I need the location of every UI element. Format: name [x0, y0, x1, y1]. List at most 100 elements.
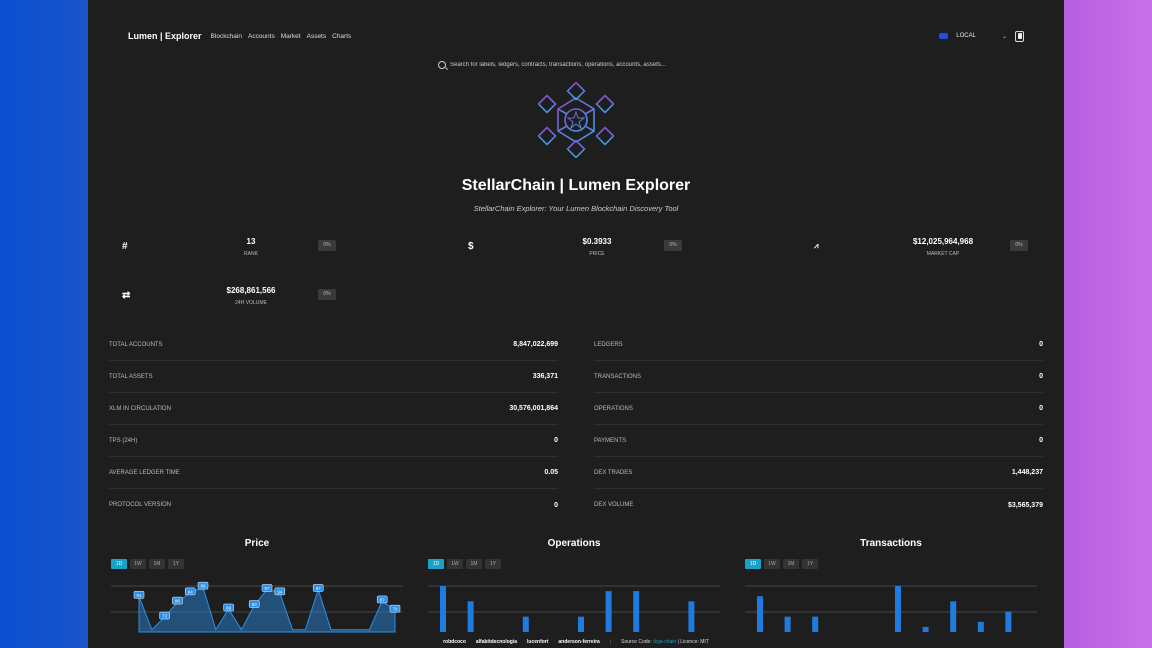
metric-label: PROTOCOL VERSION: [109, 502, 172, 508]
stat-market-cap: ⩘ $12,025,964,968 MARKET CAP 0%: [800, 235, 1040, 265]
theme-toggle-icon[interactable]: [1015, 30, 1024, 42]
range-1y-button[interactable]: 1Y: [168, 559, 184, 569]
search-bar: [438, 61, 710, 69]
metric-label: PAYMENTS: [594, 437, 627, 444]
metric-row: LEDGERS 0: [594, 329, 1043, 361]
stat-change-badge: 0%: [318, 240, 336, 251]
stat-change-badge: 0%: [664, 240, 682, 251]
left-backdrop: [0, 0, 88, 648]
source-code-link[interactable]: doja-chain: [653, 639, 676, 645]
range-1w-button[interactable]: 1W: [764, 559, 780, 569]
stat-value: $12,025,964,968: [912, 237, 974, 246]
metric-label: TRANSACTIONS: [594, 373, 642, 380]
range-1y-button[interactable]: 1Y: [485, 559, 501, 569]
chart-title: Price: [244, 538, 270, 549]
metric-row: XLM IN CIRCULATION 30,576,001,864: [109, 393, 558, 425]
footer-divider: |: [609, 639, 612, 645]
footer-source: Source Code: doja-chain | Licence: MIT: [621, 639, 709, 645]
nav-right: LOCAL ⌄: [939, 30, 1024, 42]
stellarchain-logo-icon: [538, 82, 614, 158]
data-label: 99: [200, 584, 206, 589]
range-1m-button[interactable]: 1M: [149, 559, 165, 569]
footer: robdcoco alfabitdecnologia lucenfort and…: [88, 639, 1064, 645]
operations-chart-plot: [428, 585, 720, 632]
metric-value: 0: [1039, 437, 1043, 444]
range-1d-button[interactable]: 1D: [428, 559, 444, 569]
metric-label: TOTAL ACCOUNTS: [109, 341, 163, 348]
bar: [895, 586, 901, 632]
metric-label: XLM IN CIRCULATION: [109, 405, 171, 412]
nav-link-accounts[interactable]: Accounts: [248, 33, 275, 40]
metric-value: 1,448,237: [1011, 469, 1043, 476]
chart-title: Operations: [547, 538, 601, 549]
data-label: 80: [226, 606, 232, 611]
range-1y-button[interactable]: 1Y: [802, 559, 818, 569]
brand-logo-text[interactable]: Lumen | Explorer: [128, 31, 202, 41]
range-selector: 1D 1W 1M 1Y: [111, 559, 405, 569]
metric-label: OPERATIONS: [594, 405, 633, 412]
bar: [784, 616, 791, 632]
metrics-left: TOTAL ACCOUNTS 8,847,022,699 TOTAL ASSETS…: [109, 329, 558, 521]
metric-value: 0.05: [544, 469, 558, 476]
transactions-chart: Transactions 1D 1W 1M 1Y: [743, 538, 1039, 648]
nav-link-charts[interactable]: Charts: [332, 33, 351, 40]
contributor-link[interactable]: lucenfort: [527, 639, 548, 645]
chart-title: Transactions: [860, 538, 922, 549]
range-selector: 1D 1W 1M 1Y: [428, 559, 722, 569]
search-input[interactable]: [450, 62, 710, 68]
metric-row: TOTAL ASSETS 336,371: [109, 361, 558, 393]
price-chart-plot: 91 73 86 94 99 80 83 97 94 97 87 79: [111, 581, 403, 633]
stat-change-badge: 0%: [1010, 240, 1028, 251]
metric-label: DEX TRADES: [594, 469, 633, 476]
range-1d-button[interactable]: 1D: [111, 559, 127, 569]
bar: [1005, 611, 1012, 632]
page-title: StellarChain | Lumen Explorer: [461, 177, 691, 194]
metric-value: 0: [1039, 405, 1043, 412]
range-1d-button[interactable]: 1D: [745, 559, 761, 569]
range-1m-button[interactable]: 1M: [466, 559, 482, 569]
stat-label: 24H VOLUME: [235, 300, 267, 306]
dollar-icon: $: [468, 241, 474, 252]
stat-label: MARKET CAP: [926, 251, 960, 257]
operations-chart: Operations 1D 1W 1M 1Y: [426, 538, 722, 648]
bar: [467, 601, 474, 632]
network-selector[interactable]: LOCAL: [956, 33, 976, 39]
data-label: 97: [264, 586, 270, 591]
range-1w-button[interactable]: 1W: [447, 559, 463, 569]
metric-label: LEDGERS: [594, 341, 623, 348]
metric-value: 0: [1039, 373, 1043, 380]
stat-label: PRICE: [589, 251, 605, 257]
nav-link-blockchain[interactable]: Blockchain: [211, 33, 242, 40]
stat-value: $268,861,566: [226, 286, 276, 295]
top-nav: Lumen | Explorer Blockchain Accounts Mar…: [128, 28, 1024, 44]
bar: [688, 601, 695, 632]
contributor-link[interactable]: robdcoco: [443, 639, 466, 645]
nav-link-market[interactable]: Market: [281, 33, 301, 40]
metric-row: PROTOCOL VERSION 0: [109, 489, 558, 521]
range-1w-button[interactable]: 1W: [130, 559, 146, 569]
nav-link-assets[interactable]: Assets: [307, 33, 327, 40]
metric-value: 8,847,022,699: [513, 341, 558, 348]
bar: [522, 616, 529, 632]
range-1m-button[interactable]: 1M: [783, 559, 799, 569]
metric-row: TOTAL ACCOUNTS 8,847,022,699: [109, 329, 558, 361]
contributor-link[interactable]: anderson-ferreira: [558, 639, 599, 645]
bar: [605, 591, 612, 632]
stat-rank: # 13 RANK 0%: [108, 235, 348, 265]
contributor-link[interactable]: alfabitdecnologia: [476, 639, 517, 645]
data-label: 79: [392, 607, 398, 612]
app-window: Lumen | Explorer Blockchain Accounts Mar…: [88, 0, 1064, 648]
data-label: 87: [380, 597, 386, 602]
network-icon: [939, 33, 949, 39]
metric-row: AVERAGE LEDGER TIME 0.05: [109, 457, 558, 489]
metric-row: DEX TRADES 1,448,237: [594, 457, 1043, 489]
range-selector: 1D 1W 1M 1Y: [745, 559, 1039, 569]
stat-change-badge: 0%: [318, 289, 336, 300]
metric-label: DEX VOLUME: [594, 502, 634, 508]
chevron-down-icon[interactable]: ⌄: [1002, 33, 1007, 40]
bar: [922, 626, 929, 632]
metric-value: 0: [554, 501, 558, 509]
price-area: [138, 586, 396, 633]
bar: [950, 601, 957, 632]
price-chart: Price 1D 1W 1M 1Y 91 73 86 94 99 80 83 97 94 97 87…: [109, 538, 405, 648]
